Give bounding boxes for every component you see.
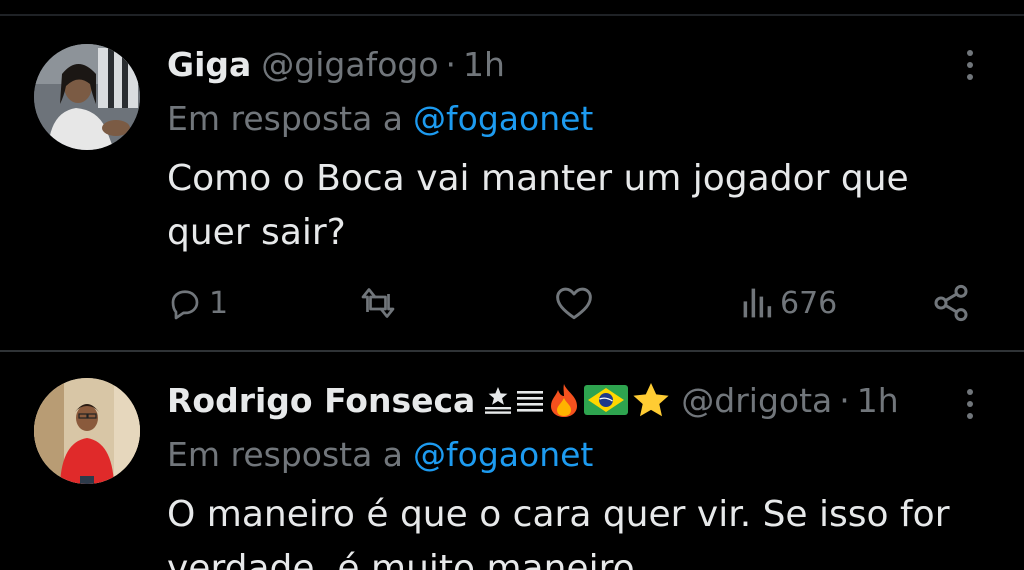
more-dot — [967, 62, 973, 68]
brazil-flag-icon — [584, 385, 629, 415]
more-dot — [967, 50, 973, 56]
retweet-icon — [361, 288, 395, 318]
views-button[interactable]: 676 — [742, 278, 837, 328]
reply-to-handle-link[interactable]: @fogaonet — [413, 435, 593, 474]
more-dot — [967, 401, 973, 407]
more-options-button[interactable] — [950, 43, 990, 87]
user-handle[interactable]: @drigota — [681, 381, 832, 420]
reply-count: 1 — [209, 285, 229, 321]
name-emoji-badges — [483, 381, 671, 419]
analytics-icon — [743, 288, 772, 318]
share-button[interactable] — [931, 278, 971, 328]
share-icon — [934, 284, 968, 322]
fire-emoji-icon — [551, 384, 578, 417]
star-emoji-icon — [633, 383, 669, 417]
reply-icon — [171, 290, 199, 320]
reply-prefix: Em resposta a — [167, 98, 404, 138]
like-button[interactable] — [554, 278, 594, 328]
timestamp[interactable]: 1h — [857, 381, 899, 420]
tweet-header: Rodrigo Fonseca @drigota · 1h — [167, 378, 899, 422]
avatar[interactable] — [34, 378, 140, 484]
tweet-actions: 1 676 — [0, 278, 1024, 328]
retweet-button[interactable] — [356, 278, 400, 328]
more-options-button[interactable] — [950, 382, 990, 426]
reply-prefix: Em resposta a — [167, 434, 404, 474]
tweet-text: O maneiro é que o cara quer vir. Se isso… — [167, 494, 950, 570]
lines-icon — [517, 391, 544, 412]
tweet-header: Giga @gigafogo · 1h — [167, 42, 505, 86]
reply-context: Em resposta a @fogaonet — [167, 96, 593, 140]
timestamp[interactable]: 1h — [463, 45, 505, 84]
more-dot — [967, 74, 973, 80]
view-count: 676 — [780, 285, 838, 321]
separator-dot: · — [839, 380, 850, 420]
reply-button[interactable]: 1 — [167, 278, 228, 328]
more-dot — [967, 389, 973, 395]
profile-photo-icon — [34, 44, 140, 150]
display-name[interactable]: Rodrigo Fonseca — [167, 381, 475, 420]
more-dot — [967, 413, 973, 419]
reply-to-handle-link[interactable]: @fogaonet — [413, 99, 593, 138]
avatar[interactable] — [34, 44, 140, 150]
separator-dot: · — [445, 44, 457, 84]
tweet-text: Como o Boca vai manter um jogador que qu… — [167, 158, 909, 253]
timeline-feed: Giga @gigafogo · 1h Em resposta a @fogao… — [0, 0, 1024, 570]
reply-context: Em resposta a @fogaonet — [167, 432, 593, 476]
user-handle[interactable]: @gigafogo — [261, 45, 438, 84]
heart-icon — [556, 287, 592, 320]
tweet[interactable]: Giga @gigafogo · 1h Em resposta a @fogao… — [0, 16, 1024, 350]
tweet[interactable]: Rodrigo Fonseca @drigota · 1h Em respost… — [0, 352, 1024, 570]
botafogo-star-icon — [485, 387, 512, 414]
profile-photo-icon — [34, 378, 140, 484]
display-name[interactable]: Giga — [167, 45, 251, 84]
